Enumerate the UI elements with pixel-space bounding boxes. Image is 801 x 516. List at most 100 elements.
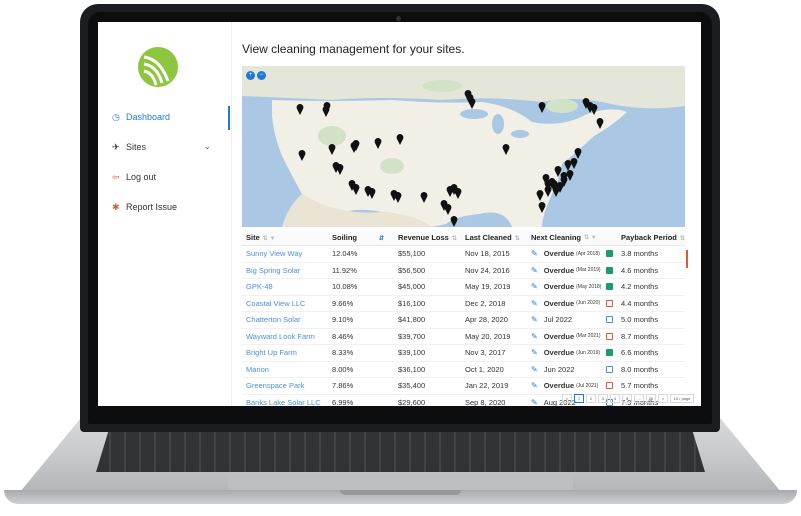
revenue-loss-value: $35,400: [398, 381, 426, 391]
page-button[interactable]: >: [658, 394, 668, 403]
site-link[interactable]: Big Spring Solar: [242, 266, 328, 275]
column-header-next-cleaning[interactable]: Next Cleaning ⇅ ▼: [527, 233, 617, 242]
next-cleaning-note: (Jun 2020): [576, 300, 601, 307]
site-link[interactable]: Wayward Look Farm: [242, 332, 328, 341]
sidebar-item-dashboard[interactable]: ◷ Dashboard: [112, 108, 170, 126]
page-button[interactable]: 5: [622, 394, 632, 403]
sites-map[interactable]: + −: [242, 66, 685, 227]
page-button[interactable]: 3: [598, 394, 608, 403]
table-row[interactable]: Big Spring Solar 11.92% $56,500 Nov 24, 201…: [242, 263, 685, 279]
laptop-base-notch: [340, 490, 461, 495]
edit-pencil-icon[interactable]: ✎: [531, 282, 538, 291]
revenue-loss-value: $39,700: [398, 331, 426, 341]
site-link[interactable]: Marion: [242, 365, 328, 374]
table-row[interactable]: Bright Up Farm 8.33% $39,100 Nov 3, 2017 ✎ Ov…: [242, 345, 685, 362]
site-link[interactable]: Sunny View Way: [242, 249, 328, 258]
calendar-icon[interactable]: [606, 250, 613, 258]
next-cleaning-value: Overdue: [543, 381, 575, 391]
next-cleaning-cell: ✎ Overdue (Jun 2019): [527, 348, 617, 357]
site-link[interactable]: Chatterton Solar: [242, 315, 328, 324]
payback-period-value: 3.8 months: [621, 249, 659, 259]
table-row[interactable]: Coastal View LLC 9.66% $16,100 Dec 2, 2018 ✎…: [242, 296, 685, 312]
site-link[interactable]: Bright Up Farm: [242, 348, 328, 357]
edit-pencil-icon[interactable]: ✎: [531, 315, 538, 324]
page-button[interactable]: 20: [646, 394, 656, 403]
soiling-value: 12.04%: [332, 249, 358, 259]
last-cleaned-value: Dec 2, 2018: [465, 298, 506, 308]
last-cleaned-value: Sep 8, 2020: [465, 397, 506, 406]
page-button[interactable]: <: [562, 394, 572, 403]
payback-period-value: 8.7 months: [621, 331, 659, 341]
column-header-soiling[interactable]: Soiling ⇵: [328, 233, 394, 242]
table-row[interactable]: Marion 8.00% $36,100 Oct 1, 2020 ✎ Jun 2022 8.…: [242, 362, 685, 378]
sidebar-item-sites[interactable]: ✈ Sites: [112, 138, 146, 156]
payback-period-value: 4.6 months: [621, 265, 659, 275]
brand-logo-icon[interactable]: [138, 47, 178, 87]
next-cleaning-note: (Jul 2021): [576, 382, 599, 389]
site-link[interactable]: Banks Lake Solar LLC: [242, 398, 328, 406]
column-header-last-cleaned[interactable]: Last Cleaned ⇅: [461, 233, 527, 242]
table-row[interactable]: Greenspace Park 7.86% $35,400 Jan 22, 2019 ✎…: [242, 378, 685, 395]
calendar-icon[interactable]: [606, 332, 613, 340]
next-cleaning-note: (May 2018): [576, 283, 602, 290]
app-screen: ◷ Dashboard ✈ Sites ⌄ ⇦ Log out ✱ Report…: [98, 22, 701, 406]
calendar-icon[interactable]: [606, 382, 613, 390]
column-header-revenue-loss[interactable]: Revenue Loss ⇅: [394, 233, 461, 242]
column-header-site[interactable]: Site ⇅ ▼: [242, 233, 328, 242]
calendar-icon[interactable]: [606, 316, 613, 324]
sort-icon[interactable]: ⇅ ▼: [584, 234, 597, 241]
edit-pencil-icon[interactable]: ✎: [531, 299, 538, 308]
calendar-icon[interactable]: [606, 365, 613, 373]
table-row[interactable]: Sunny View Way 12.04% $55,100 Nov 18, 2015 ✎…: [242, 246, 685, 263]
last-cleaned-value: May 19, 2019: [465, 282, 511, 292]
zoom-out-button[interactable]: −: [257, 71, 266, 80]
site-link[interactable]: Coastal View LLC: [242, 299, 328, 308]
calendar-icon[interactable]: [606, 349, 613, 357]
sort-icon[interactable]: ⇅: [452, 236, 457, 242]
edit-pencil-icon[interactable]: ✎: [531, 266, 538, 275]
edit-pencil-icon[interactable]: ✎: [531, 381, 538, 390]
sites-table: Site ⇅ ▼ Soiling ⇵ Revenue Loss ⇅ Last Clea…: [242, 230, 685, 406]
sidebar-item-report-issue[interactable]: ✱ Report Issue: [112, 198, 177, 216]
next-cleaning-cell: ✎ Jun 2022: [527, 365, 617, 374]
table-row[interactable]: Chatterton Solar 9.10% $41,800 Apr 28, 2020…: [242, 312, 685, 329]
sidebar: ◷ Dashboard ✈ Sites ⌄ ⇦ Log out ✱ Report…: [98, 22, 232, 406]
soiling-value: 6.99%: [332, 397, 354, 406]
next-cleaning-note: (Apr 2018): [576, 250, 600, 257]
page-button[interactable]: 4: [610, 394, 620, 403]
sidebar-item-logout[interactable]: ⇦ Log out: [112, 168, 156, 186]
site-link[interactable]: GPK-48: [242, 282, 328, 291]
page-button[interactable]: ...: [634, 394, 644, 403]
revenue-loss-value: $45,000: [398, 282, 426, 292]
next-cleaning-value: Overdue: [543, 249, 575, 259]
edit-pencil-icon[interactable]: ✎: [531, 332, 538, 341]
calendar-icon[interactable]: [606, 299, 613, 307]
edit-pencil-icon[interactable]: ✎: [531, 249, 538, 258]
zoom-in-button[interactable]: +: [246, 71, 255, 80]
page-size-select[interactable]: 10 / page: [670, 394, 694, 403]
page-button[interactable]: 2: [586, 394, 596, 403]
edit-pencil-icon[interactable]: ✎: [531, 348, 538, 357]
edit-pencil-icon[interactable]: ✎: [531, 398, 538, 406]
chevron-down-icon[interactable]: ⌄: [204, 142, 211, 151]
last-cleaned-value: Apr 28, 2020: [465, 315, 508, 325]
pagination: <1 2 3 4 5... 20 >10 / page: [562, 394, 694, 403]
site-link[interactable]: Greenspace Park: [242, 381, 328, 390]
soiling-value: 8.33%: [332, 348, 354, 358]
sort-icon[interactable]: ⇵: [379, 236, 384, 242]
page-button[interactable]: 1: [574, 394, 584, 403]
scrollbar-thumb[interactable]: [686, 250, 688, 268]
soiling-value: 8.46%: [332, 331, 354, 341]
next-cleaning-cell: ✎ Jul 2022: [527, 315, 617, 324]
table-row[interactable]: Wayward Look Farm 8.46% $39,700 May 20, 201…: [242, 329, 685, 345]
calendar-icon[interactable]: [606, 266, 613, 274]
table-row[interactable]: GPK-48 10.08% $45,000 May 19, 2019 ✎ Overdue(…: [242, 279, 685, 296]
sort-icon[interactable]: ⇅: [515, 236, 520, 242]
sort-icon[interactable]: ⇅ ▼: [263, 236, 276, 242]
column-header-payback-period[interactable]: Payback Period ⇅: [617, 233, 685, 242]
edit-pencil-icon[interactable]: ✎: [531, 365, 538, 374]
calendar-icon[interactable]: [606, 283, 613, 291]
sort-icon[interactable]: ⇅: [680, 236, 685, 242]
payback-period-value: 6.6 months: [621, 348, 659, 358]
payback-period-value: 5.0 months: [621, 315, 659, 325]
